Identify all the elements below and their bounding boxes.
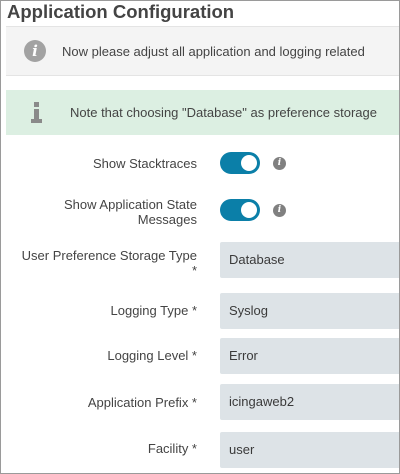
show-app-state-label: Show Application State Messages <box>64 197 197 227</box>
application-prefix-label: Application Prefix * <box>87 395 197 410</box>
logging-level-select[interactable]: Error <box>220 338 399 374</box>
info-icon <box>30 102 44 124</box>
config-panel: Application Configuration i Now please a… <box>0 0 400 474</box>
preference-storage-label: User Preference Storage Type * <box>22 248 197 278</box>
facility-value: user <box>229 442 255 457</box>
show-app-state-label-line1: Show Application State <box>64 197 197 212</box>
logging-level-label: Logging Level * <box>107 348 197 363</box>
logging-type-value: Syslog <box>229 303 269 318</box>
preference-storage-select[interactable]: Database <box>220 242 399 278</box>
logging-type-select[interactable]: Syslog <box>220 293 399 329</box>
required-marker: * <box>191 263 197 278</box>
info-message: i Now please adjust all application and … <box>6 26 399 76</box>
application-prefix-value: icingaweb2 <box>229 394 295 409</box>
info-icon: i <box>24 40 46 62</box>
logging-level-value: Error <box>229 348 258 363</box>
application-prefix-input[interactable]: icingaweb2 <box>220 384 399 420</box>
show-app-state-label-line2: Messages <box>137 212 197 227</box>
toggle-knob <box>241 202 257 218</box>
preference-storage-value: Database <box>229 252 285 267</box>
note-message: Note that choosing "Database" as prefere… <box>6 90 399 135</box>
facility-label: Facility * <box>147 441 197 456</box>
help-info-icon[interactable]: i <box>273 204 286 217</box>
note-message-text: Note that choosing "Database" as prefere… <box>70 105 377 120</box>
show-stacktraces-toggle[interactable] <box>220 152 260 174</box>
preference-storage-label-line1: User Preference Storage Type <box>21 248 197 263</box>
facility-select[interactable]: user <box>220 432 399 468</box>
show-app-state-toggle[interactable] <box>220 199 260 221</box>
show-stacktraces-label: Show Stacktraces <box>92 156 197 171</box>
page-title: Application Configuration <box>7 1 235 22</box>
help-info-icon[interactable]: i <box>273 157 286 170</box>
logging-type-label: Logging Type * <box>110 303 198 318</box>
toggle-knob <box>241 155 257 171</box>
info-message-text: Now please adjust all application and lo… <box>62 44 365 59</box>
